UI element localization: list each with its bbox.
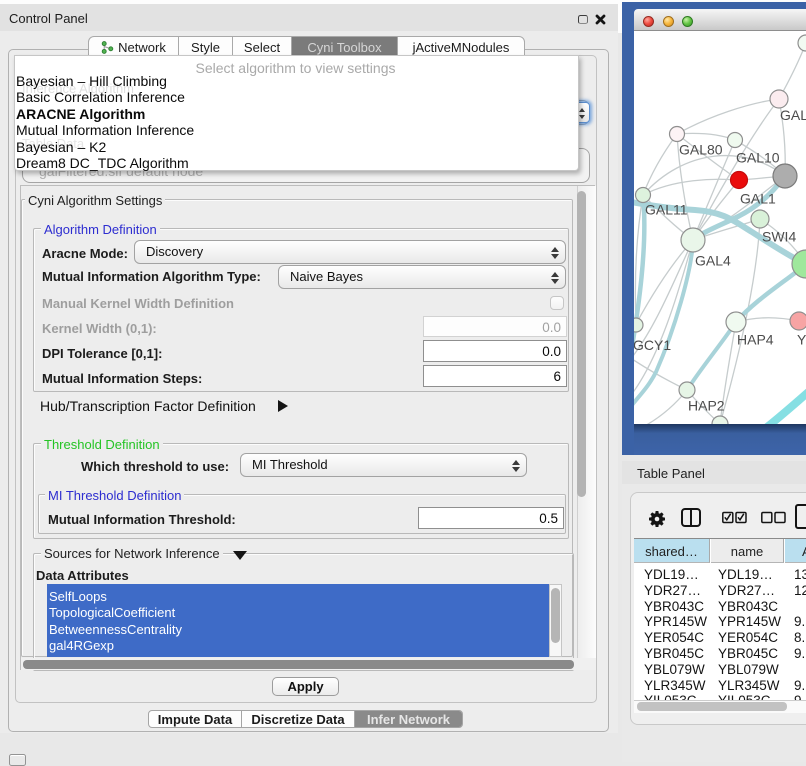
svg-text:YM: YM [797,332,806,348]
svg-text:GAL7: GAL7 [780,107,806,123]
svg-text:GCY1: GCY1 [634,337,671,353]
svg-text:HAP4: HAP4 [737,332,774,348]
svg-text:GAL4: GAL4 [695,253,731,269]
svg-text:GAL80: GAL80 [679,142,723,158]
svg-text:GAL10: GAL10 [736,150,780,166]
svg-text:GAL11: GAL11 [645,202,688,218]
svg-text:SWI4: SWI4 [762,229,796,245]
svg-text:GAL1: GAL1 [740,191,776,207]
svg-text:HAP2: HAP2 [688,398,725,414]
